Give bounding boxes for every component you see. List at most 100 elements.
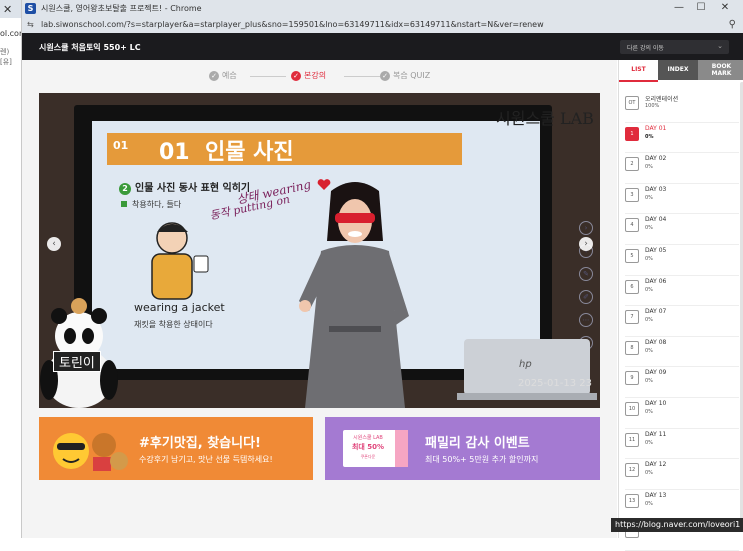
close-icon[interactable]: ✕: [3, 3, 12, 16]
lab-logo: 시원스쿨 LAB: [496, 109, 594, 128]
video-timestamp: 2025-01-13 23: [518, 378, 593, 389]
lecture-list-item[interactable]: 9 DAY 09 0%: [625, 367, 739, 398]
lecture-list-item[interactable]: 4 DAY 04 0%: [625, 214, 739, 245]
bullet-text: 착용하다, 들다: [132, 200, 182, 209]
lecture-name: 오리엔테이션: [645, 96, 679, 103]
url-text[interactable]: lab.siwonschool.com/?s=starplayer&a=star…: [41, 20, 544, 29]
step-label: 예습: [222, 71, 237, 80]
background-text-fragment: 렌) [유]: [0, 48, 12, 66]
other-course-select-label: 다른 강의 이동: [627, 45, 664, 52]
chevron-down-icon: ⌄: [717, 42, 723, 50]
food-illustration: [53, 433, 128, 471]
player-header: 시원스쿨 처음토익 550+ LC 다른 강의 이동 ⌄: [22, 33, 743, 60]
tab-list[interactable]: LIST: [619, 60, 658, 82]
lesson-title: 01 인물 사진: [159, 134, 294, 166]
lesson-number: 01: [159, 140, 190, 165]
laptop-base: [457, 393, 597, 400]
lecture-name: DAY 11: [645, 430, 667, 438]
coupon-stub: [395, 430, 408, 467]
lecture-list-item[interactable]: 1 DAY 01 0%: [625, 123, 739, 154]
lecture-progress: 0%: [645, 286, 653, 293]
board-tool-icon: ›: [579, 221, 593, 235]
phrase-korean: 재킷을 착용한 상태이다: [134, 320, 213, 329]
step-review-quiz[interactable]: ✓ 복습 QUIZ: [380, 70, 430, 81]
next-arrow-icon[interactable]: ›: [579, 237, 593, 251]
lecture-list-item[interactable]: 7 DAY 07 0%: [625, 306, 739, 337]
search-icon[interactable]: ⚲: [729, 19, 736, 30]
banner-title: #후기맛집, 찾습니다!: [139, 436, 261, 451]
lecture-progress: 0%: [645, 317, 653, 324]
step-main-lecture[interactable]: ✓ 본강의: [291, 70, 326, 81]
tab-index[interactable]: INDEX: [658, 60, 698, 80]
lecture-badge: 12: [625, 463, 639, 478]
coupon-brand: 시원스쿨 LAB: [353, 435, 383, 441]
lecture-progress: 0%: [645, 133, 654, 140]
lecture-badge: 6: [625, 279, 639, 294]
lecture-badge: 4: [625, 218, 639, 233]
step-divider: [250, 76, 286, 77]
lecture-list-item[interactable]: OT 오리엔테이션 100%: [625, 92, 739, 123]
lecture-progress: 0%: [645, 347, 653, 354]
course-title: 시원스쿨 처음토익 550+ LC: [39, 43, 141, 52]
lecture-list-item[interactable]: 8 DAY 08 0%: [625, 337, 739, 368]
lecture-badge: 8: [625, 340, 639, 355]
link-tooltip: https://blog.naver.com/loveori1: [611, 518, 743, 532]
tab-bookmark[interactable]: BOOK MARK: [698, 60, 743, 80]
player-window: S 시원스쿨, 영어왕초보탈출 프로젝트! - Chrome — ☐ ✕ ⇆ l…: [21, 0, 743, 551]
lecture-list-item[interactable]: 10 DAY 10 0%: [625, 398, 739, 429]
lecture-progress: 0%: [645, 408, 653, 415]
app-icon: S: [25, 3, 36, 14]
prev-arrow-icon[interactable]: ‹: [47, 237, 61, 251]
lecture-badge: 11: [625, 432, 639, 447]
background-window: ✕ ol.com 렌) [유]: [0, 0, 27, 538]
lecture-progress: 100%: [645, 103, 660, 109]
slide-subtitle: 2 인물 사진 동사 표현 익히기: [119, 179, 250, 195]
lecture-list-item[interactable]: 11 DAY 11 0%: [625, 429, 739, 460]
cartoon-illustration: [151, 222, 209, 300]
step-label: 복습 QUIZ: [393, 71, 431, 80]
lecture-list-item[interactable]: 6 DAY 06 0%: [625, 276, 739, 307]
minimize-icon[interactable]: —: [672, 2, 686, 13]
lecture-list-item[interactable]: 5 DAY 05 0%: [625, 245, 739, 276]
mascot-name-tag: 토린이: [53, 351, 101, 372]
lecture-name: DAY 08: [645, 338, 667, 346]
banner-subtitle: 수강후기 남기고, 맛난 선물 득템하세요!: [139, 455, 273, 464]
lecture-progress: 0%: [645, 500, 653, 507]
coupon-discount: 최대 50%: [351, 443, 385, 451]
check-icon: ✓: [380, 70, 390, 81]
lecture-name: DAY 05: [645, 246, 667, 254]
lecture-progress: 0%: [645, 378, 653, 385]
pen-icon: ✎: [579, 267, 593, 281]
background-tab[interactable]: ✕: [0, 0, 22, 18]
tune-icon[interactable]: ⇆: [27, 20, 34, 29]
pen-icon: ✐: [579, 290, 593, 304]
lecture-list-item[interactable]: 3 DAY 03 0%: [625, 184, 739, 215]
family-event-banner[interactable]: 시원스쿨 LAB 최대 50% 쿠폰다운 패밀리 감사 이벤트 최대 50%+ …: [325, 417, 600, 480]
title-bar[interactable]: S 시원스쿨, 영어왕초보탈출 프로젝트! - Chrome — ☐ ✕: [22, 0, 743, 17]
video-player[interactable]: › ‹ ✎ ✐ ⋯ ▣ 01 01 인물 사진 시원스쿨 LAB 2인물 사진 …: [39, 93, 600, 408]
lecture-name: DAY 02: [645, 155, 667, 163]
maximize-icon[interactable]: ☐: [694, 2, 708, 13]
step-label: 본강의: [304, 71, 327, 80]
other-course-select[interactable]: 다른 강의 이동 ⌄: [620, 40, 729, 54]
lecture-name: DAY 13: [645, 491, 667, 499]
laptop-logo: hp: [519, 359, 532, 370]
lecture-list-item[interactable]: 2 DAY 02 0%: [625, 153, 739, 184]
lecture-name: DAY 03: [645, 185, 667, 193]
lecture-list-item[interactable]: 13 DAY 13 0%: [625, 490, 739, 521]
lecture-progress: 0%: [645, 194, 653, 201]
window-title: 시원스쿨, 영어왕초보탈출 프로젝트! - Chrome: [41, 4, 202, 13]
lecture-list-item[interactable]: 12 DAY 12 0%: [625, 459, 739, 490]
lecture-badge: 5: [625, 248, 639, 263]
lecture-badge: 2: [625, 157, 639, 172]
phrase-english: wearing a jacket: [134, 301, 225, 314]
lesson-steps: ✓ 예습 ✓ 본강의 ✓ 복습 QUIZ: [22, 68, 617, 86]
step-preview[interactable]: ✓ 예습: [209, 70, 237, 81]
presenter: [299, 182, 409, 408]
lecture-name: DAY 10: [645, 399, 667, 407]
banner-subtitle: 최대 50%+ 5만원 추가 할인까지: [425, 455, 539, 464]
address-bar: ⇆ lab.siwonschool.com/?s=starplayer&a=st…: [22, 17, 743, 33]
close-icon[interactable]: ✕: [718, 2, 732, 13]
review-event-banner[interactable]: #후기맛집, 찾습니다! 수강후기 남기고, 맛난 선물 득템하세요!: [39, 417, 313, 480]
lecture-name: DAY 07: [645, 308, 667, 316]
